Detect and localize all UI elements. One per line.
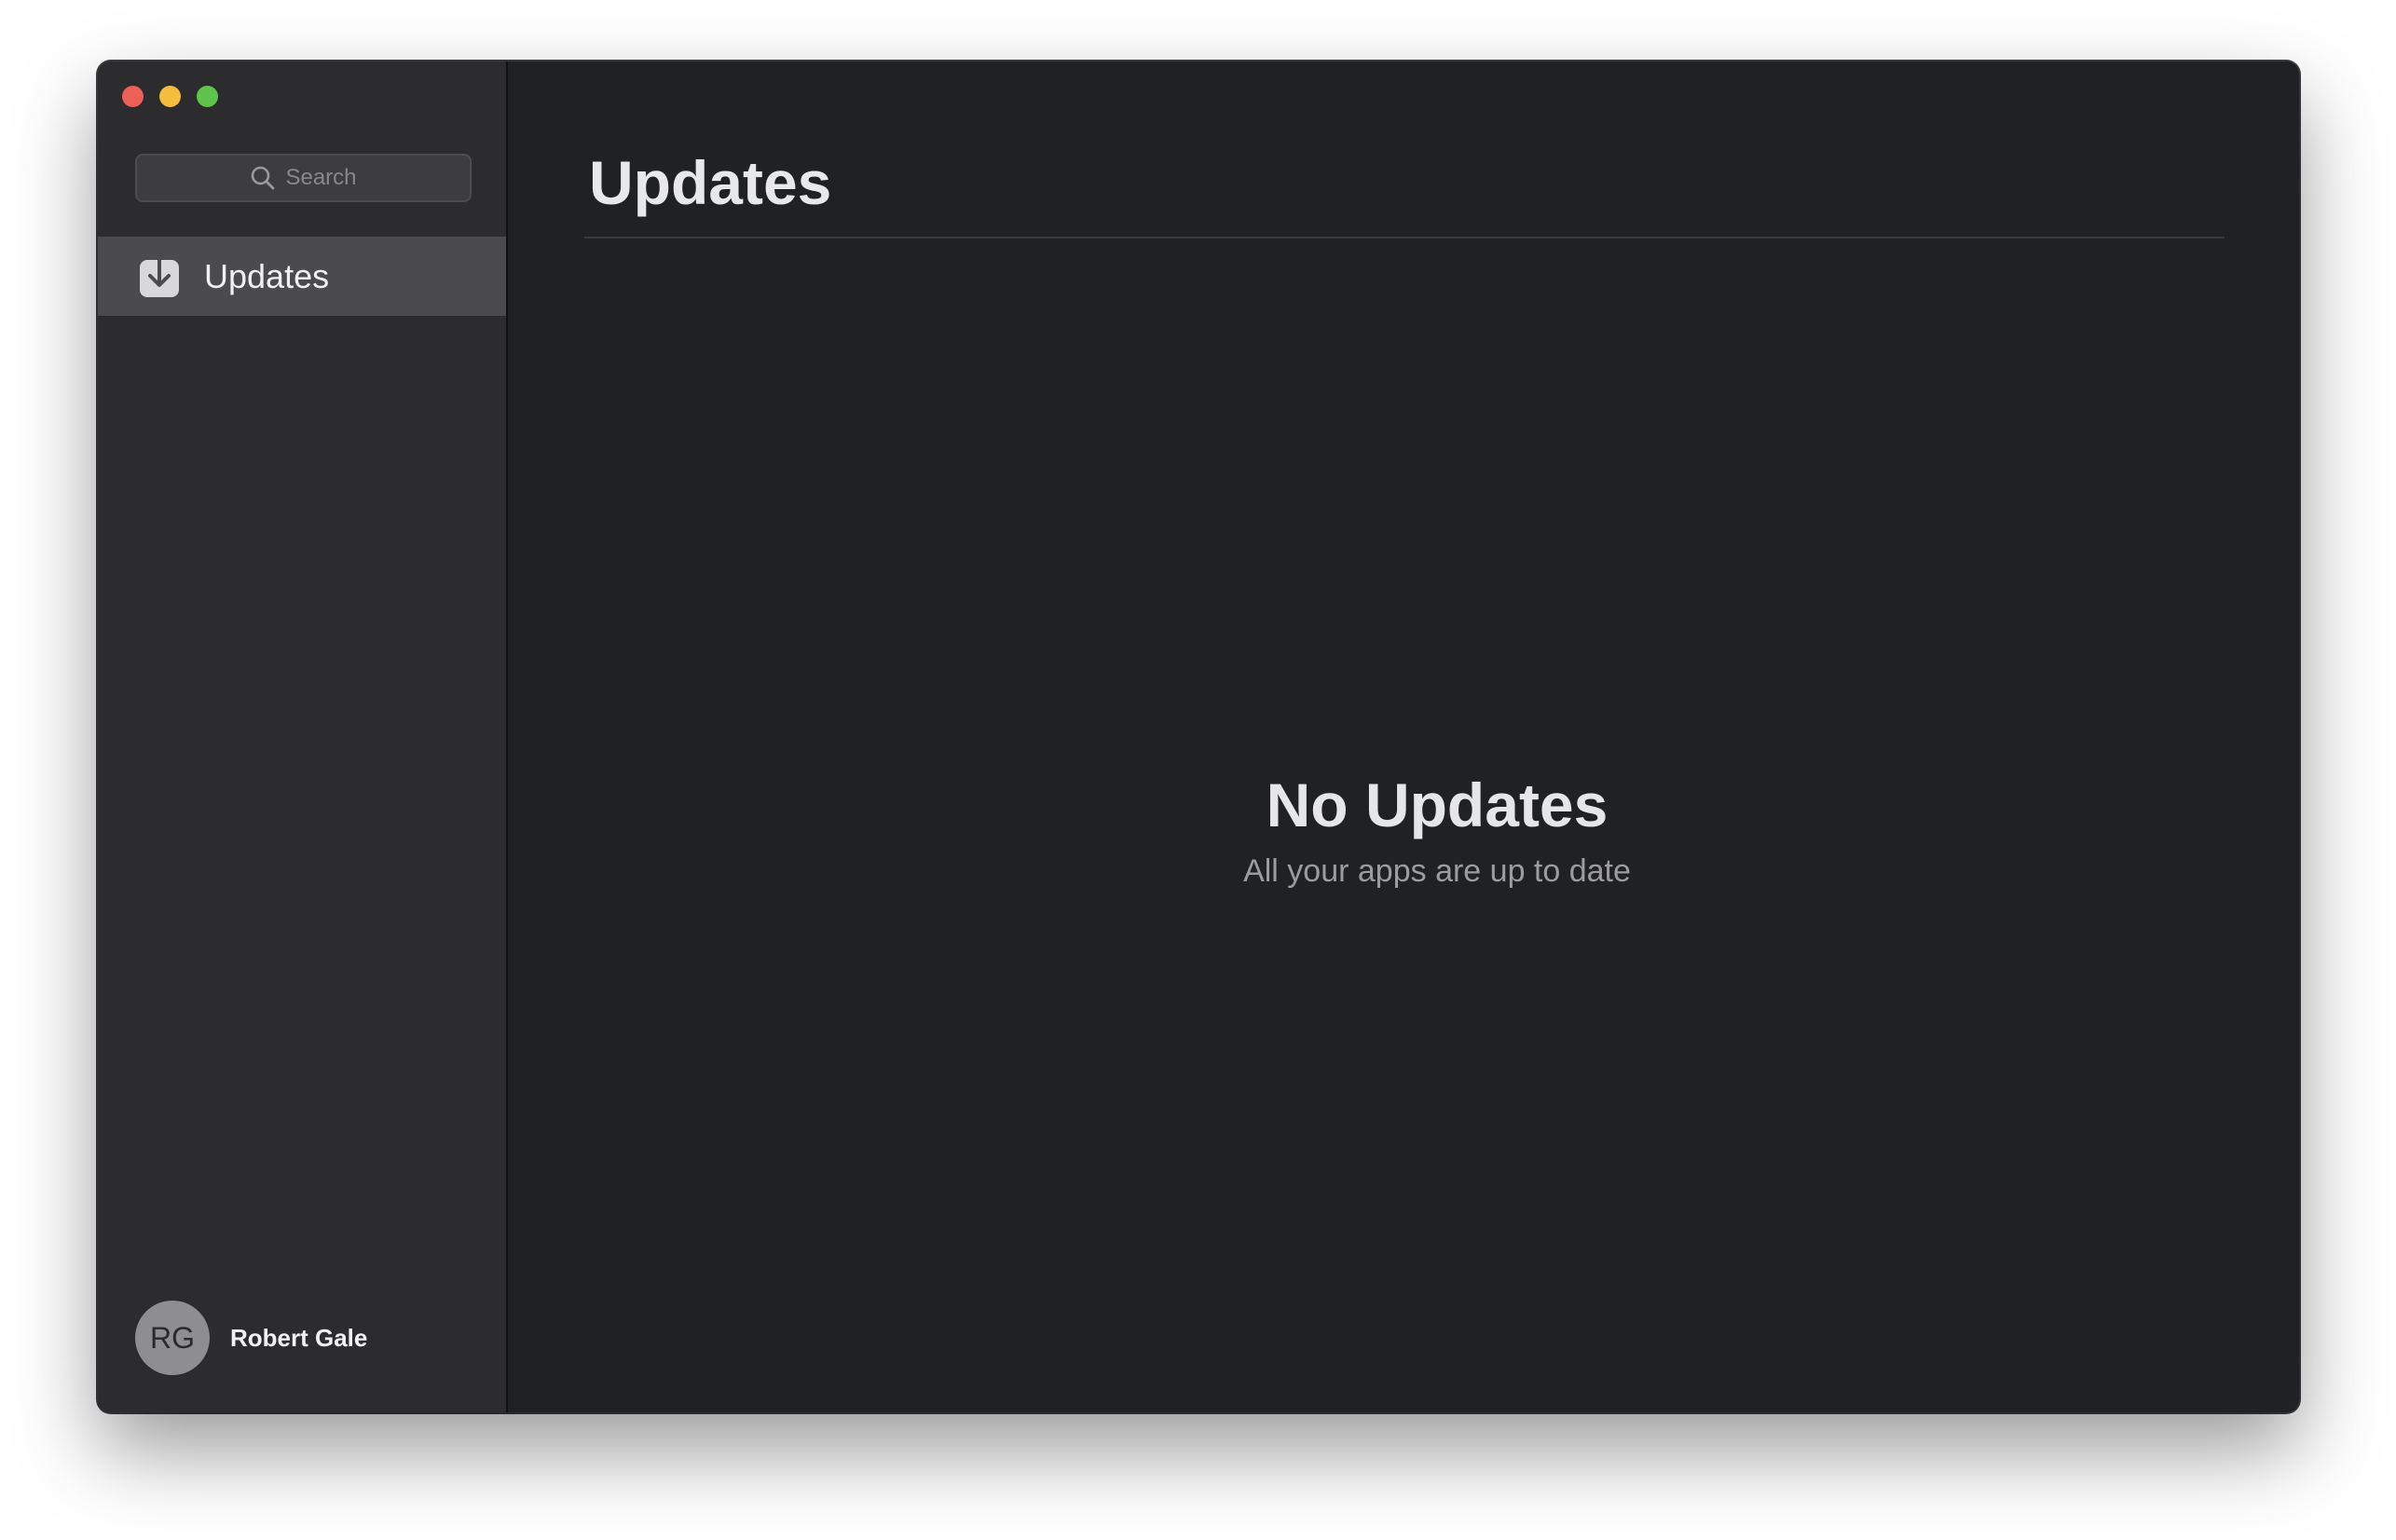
user-account[interactable]: RG Robert Gale [135, 1301, 367, 1375]
page-title: Updates [589, 148, 832, 217]
sidebar-item-updates[interactable]: Updates [98, 237, 506, 316]
sidebar: Search Updates RG Robert Gale [98, 61, 508, 1412]
search-field[interactable]: Search [135, 154, 472, 202]
app-window: Search Updates RG Robert Gale Updates No… [98, 61, 2299, 1412]
empty-state-subtitle: All your apps are up to date [1243, 853, 1631, 889]
minimize-window-button[interactable] [159, 86, 181, 107]
close-window-button[interactable] [122, 86, 144, 107]
user-name: Robert Gale [230, 1323, 368, 1352]
main-content: Updates No Updates All your apps are up … [508, 61, 2299, 1412]
empty-state-title: No Updates [1266, 770, 1609, 839]
maximize-window-button[interactable] [197, 86, 218, 107]
avatar: RG [135, 1301, 210, 1375]
search-placeholder: Search [285, 165, 357, 190]
title-divider [584, 237, 2225, 238]
empty-state: No Updates All your apps are up to date [541, 770, 2299, 890]
window-controls [122, 86, 218, 107]
sidebar-item-label: Updates [204, 256, 330, 295]
search-icon [252, 166, 275, 190]
download-icon [139, 253, 180, 297]
